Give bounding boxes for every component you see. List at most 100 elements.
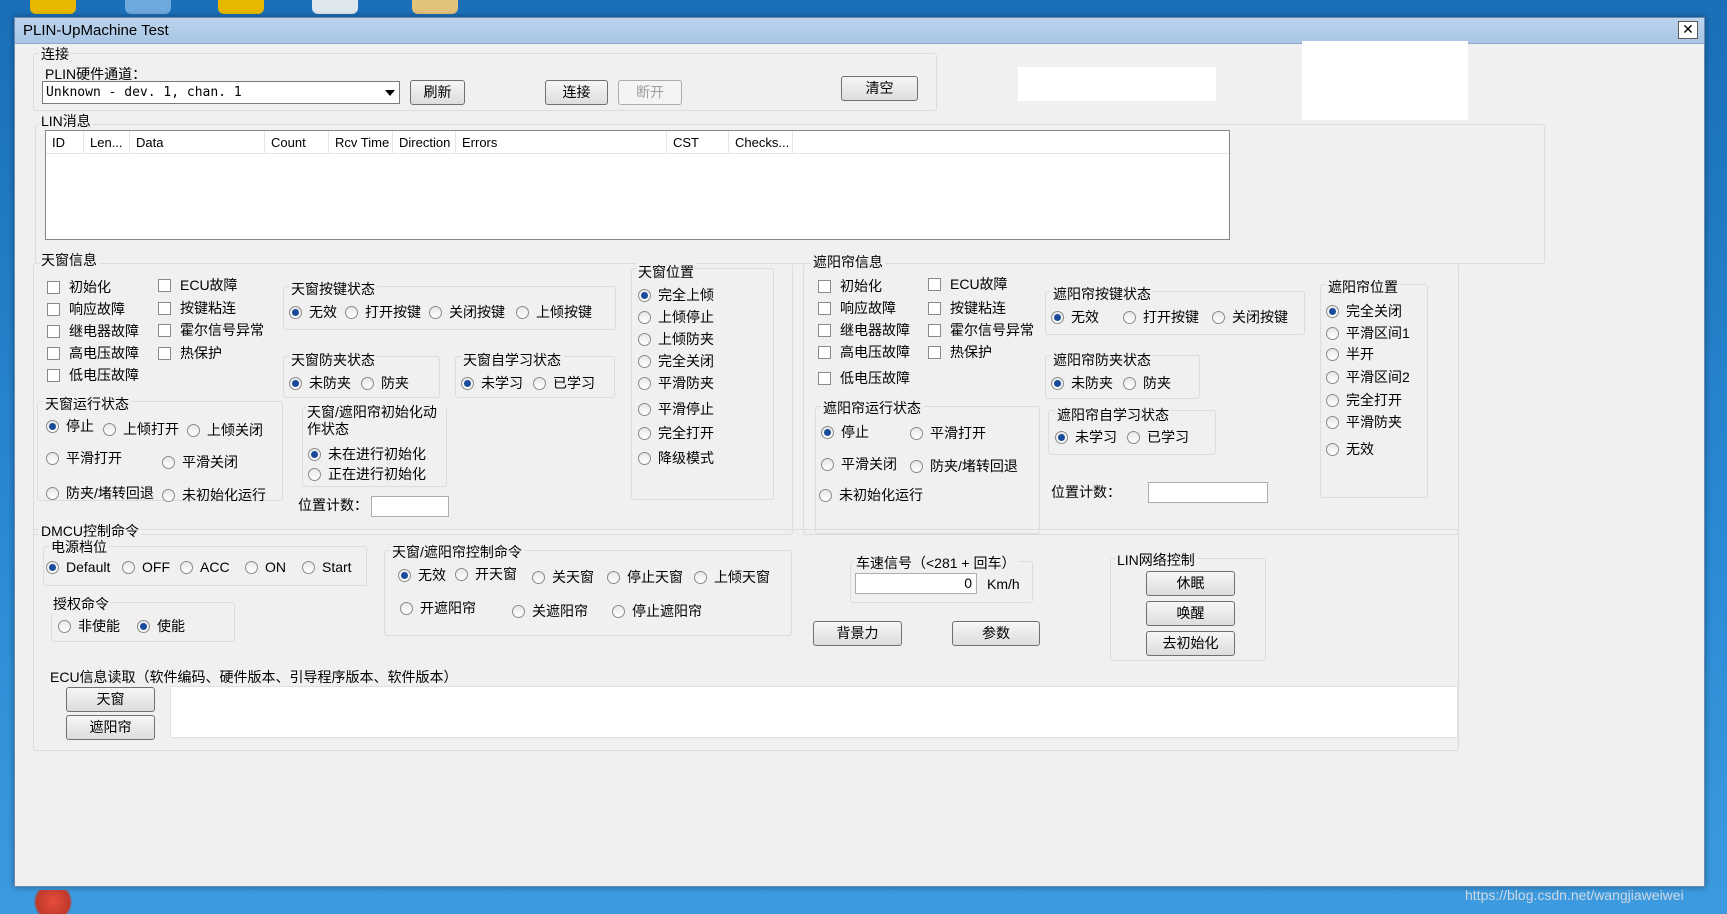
- auth-radio[interactable]: 使能: [137, 616, 185, 636]
- column-header[interactable]: Count: [265, 131, 329, 154]
- sunroof-learn-radio[interactable]: 已学习: [533, 373, 595, 393]
- deinit-button[interactable]: 去初始化: [1146, 631, 1235, 656]
- control-radio[interactable]: 停止天窗: [607, 567, 683, 587]
- sunroof-key-radio[interactable]: 无效: [289, 302, 337, 322]
- shade-fault-checkbox[interactable]: ECU故障: [928, 274, 1008, 294]
- shade-position-radio[interactable]: 完全打开: [1326, 390, 1402, 410]
- wake-button[interactable]: 唤醒: [1146, 601, 1235, 626]
- sunroof-run-radio[interactable]: 上倾打开: [103, 419, 179, 439]
- sunroof-run-radio[interactable]: 未初始化运行: [162, 485, 266, 505]
- sunroof-position-radio[interactable]: 上倾停止: [638, 307, 714, 327]
- control-radio[interactable]: 上倾天窗: [694, 567, 770, 587]
- column-header[interactable]: ID: [46, 131, 84, 154]
- column-header[interactable]: Checks...: [729, 131, 793, 154]
- sunroof-learn-radio[interactable]: 未学习: [461, 373, 523, 393]
- shade-pos-count-input[interactable]: [1148, 482, 1268, 503]
- column-header[interactable]: Errors: [456, 131, 667, 154]
- shade-pinch-radio[interactable]: 未防夹: [1051, 373, 1113, 393]
- sunroof-run-radio[interactable]: 停止: [46, 416, 94, 436]
- sunroof-fault-checkbox[interactable]: ECU故障: [158, 275, 238, 295]
- connect-button[interactable]: 连接: [545, 80, 608, 105]
- close-button[interactable]: ✕: [1678, 21, 1698, 39]
- sunroof-fault-checkbox[interactable]: 霍尔信号异常: [158, 320, 264, 340]
- sunroof-position-radio[interactable]: 降级模式: [638, 448, 714, 468]
- column-header[interactable]: CST: [667, 131, 729, 154]
- shade-pinch-radio[interactable]: 防夹: [1123, 373, 1171, 393]
- shade-key-radio[interactable]: 无效: [1051, 307, 1099, 327]
- shade-fault-checkbox[interactable]: 低电压故障: [818, 368, 910, 388]
- lin-message-list[interactable]: ID Len... Data Count Rcv Time Direction …: [45, 130, 1230, 240]
- chevron-down-icon[interactable]: [385, 90, 395, 96]
- column-header[interactable]: Data: [130, 131, 265, 154]
- shade-fault-checkbox[interactable]: 按键粘连: [928, 298, 1006, 318]
- sunroof-position-radio[interactable]: 完全打开: [638, 423, 714, 443]
- hw-channel-select[interactable]: Unknown - dev. 1, chan. 1: [42, 81, 400, 104]
- sunroof-position-radio[interactable]: 平滑停止: [638, 399, 714, 419]
- sunroof-run-radio[interactable]: 平滑打开: [46, 448, 122, 468]
- shade-key-radio[interactable]: 关闭按键: [1212, 307, 1288, 327]
- sunroof-position-radio[interactable]: 平滑防夹: [638, 373, 714, 393]
- shade-fault-checkbox[interactable]: 热保护: [928, 342, 992, 362]
- auth-radio[interactable]: 非使能: [58, 616, 120, 636]
- sunroof-pinch-radio[interactable]: 未防夹: [289, 373, 351, 393]
- shade-fault-checkbox[interactable]: 霍尔信号异常: [928, 320, 1034, 340]
- shade-position-radio[interactable]: 无效: [1326, 439, 1374, 459]
- sunroof-fault-checkbox[interactable]: 按键粘连: [158, 298, 236, 318]
- sunroof-position-radio[interactable]: 上倾防夹: [638, 329, 714, 349]
- shade-run-radio[interactable]: 防夹/堵转回退: [910, 456, 1018, 476]
- sleep-button[interactable]: 休眠: [1146, 571, 1235, 596]
- power-radio[interactable]: Default: [46, 559, 110, 575]
- init-state-radio[interactable]: 未在进行初始化: [308, 444, 426, 464]
- sunroof-pinch-radio[interactable]: 防夹: [361, 373, 409, 393]
- shortcut-icon[interactable]: [412, 0, 458, 14]
- sunroof-fault-checkbox[interactable]: 初始化: [47, 277, 111, 297]
- column-header[interactable]: Direction: [393, 131, 456, 154]
- sunroof-run-radio[interactable]: 平滑关闭: [162, 452, 238, 472]
- shortcut-icon[interactable]: [312, 0, 358, 14]
- shade-run-radio[interactable]: 平滑打开: [910, 423, 986, 443]
- shade-fault-checkbox[interactable]: 响应故障: [818, 298, 896, 318]
- shortcut-icon[interactable]: [30, 0, 76, 14]
- sunroof-run-radio[interactable]: 防夹/堵转回退: [46, 483, 154, 503]
- speed-input[interactable]: 0: [855, 573, 977, 594]
- power-radio[interactable]: ACC: [180, 559, 230, 575]
- sunroof-pos-count-input[interactable]: [371, 496, 449, 517]
- sunroof-key-radio[interactable]: 上倾按键: [516, 302, 592, 322]
- shade-fault-checkbox[interactable]: 继电器故障: [818, 320, 910, 340]
- control-radio[interactable]: 无效: [398, 565, 446, 585]
- shade-learn-radio[interactable]: 已学习: [1127, 427, 1189, 447]
- read-shade-button[interactable]: 遮阳帘: [66, 715, 155, 740]
- power-radio[interactable]: Start: [302, 559, 352, 575]
- shade-run-radio[interactable]: 未初始化运行: [819, 485, 923, 505]
- shade-position-radio[interactable]: 完全关闭: [1326, 301, 1402, 321]
- shade-learn-radio[interactable]: 未学习: [1055, 427, 1117, 447]
- shade-fault-checkbox[interactable]: 初始化: [818, 276, 882, 296]
- shade-run-radio[interactable]: 停止: [821, 422, 869, 442]
- refresh-button[interactable]: 刷新: [410, 80, 465, 105]
- app-icon[interactable]: [28, 890, 78, 914]
- power-radio[interactable]: ON: [245, 559, 286, 575]
- control-radio[interactable]: 关天窗: [532, 567, 594, 587]
- power-radio[interactable]: OFF: [122, 559, 170, 575]
- sunroof-position-radio[interactable]: 完全关闭: [638, 351, 714, 371]
- shade-fault-checkbox[interactable]: 高电压故障: [818, 342, 910, 362]
- sunroof-fault-checkbox[interactable]: 继电器故障: [47, 321, 139, 341]
- control-radio[interactable]: 关遮阳帘: [512, 601, 588, 621]
- ecu-info-output[interactable]: [170, 686, 1458, 738]
- shade-run-radio[interactable]: 平滑关闭: [821, 454, 897, 474]
- sunroof-key-radio[interactable]: 打开按键: [345, 302, 421, 322]
- shortcut-icon[interactable]: [218, 0, 264, 14]
- clear-button[interactable]: 清空: [841, 76, 918, 101]
- read-sunroof-button[interactable]: 天窗: [66, 687, 155, 712]
- control-radio[interactable]: 开天窗: [455, 564, 517, 584]
- sunroof-fault-checkbox[interactable]: 低电压故障: [47, 365, 139, 385]
- column-header[interactable]: Len...: [84, 131, 130, 154]
- control-radio[interactable]: 开遮阳帘: [400, 598, 476, 618]
- sunroof-fault-checkbox[interactable]: 高电压故障: [47, 343, 139, 363]
- sunroof-run-radio[interactable]: 上倾关闭: [187, 420, 263, 440]
- shade-position-radio[interactable]: 平滑区间2: [1326, 367, 1410, 387]
- control-radio[interactable]: 停止遮阳帘: [612, 601, 702, 621]
- sunroof-key-radio[interactable]: 关闭按键: [429, 302, 505, 322]
- column-header[interactable]: Rcv Time: [329, 131, 393, 154]
- sunroof-fault-checkbox[interactable]: 热保护: [158, 343, 222, 363]
